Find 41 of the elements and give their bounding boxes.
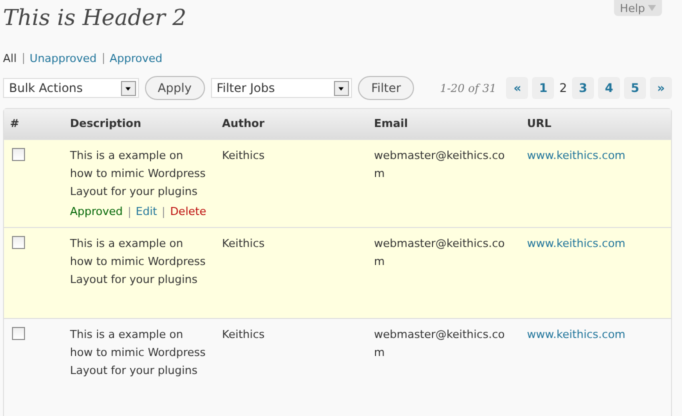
row-action-link[interactable]: Approved [70,203,123,221]
email-text: webmaster@keithics.com [374,327,506,361]
page-link[interactable]: 5 [624,77,646,99]
email-text: webmaster@keithics.com [374,148,506,182]
description-text: This is a example on how to mimic Wordpress Layout for your plugins [70,328,206,377]
author-text: Keithics [222,149,265,162]
url-link[interactable]: www.keithics.com [527,328,626,341]
help-tab[interactable]: Help [614,0,662,16]
filter-jobs-select[interactable]: Filter Jobs [210,78,352,98]
apply-button[interactable]: Apply [144,76,205,100]
url-link[interactable]: www.keithics.com [527,237,626,250]
author-text: Keithics [222,237,265,250]
page-link[interactable]: » [650,77,672,99]
page-title: This is Header 2 [3,5,186,33]
filter-link[interactable]: Approved [110,52,162,64]
description-text: This is a example on how to mimic Wordpress Layout for your plugins [70,237,206,286]
filter-link[interactable]: Unapproved [30,52,97,64]
caret-icon [648,5,656,11]
page-link[interactable]: 1 [532,77,554,99]
column-header: Author [222,116,266,132]
page-link[interactable]: « [506,77,528,99]
description-text: This is a example on how to mimic Wordpress Layout for your plugins [70,149,206,198]
page-link[interactable]: 3 [572,77,594,99]
row-action-link[interactable]: Edit [136,203,158,221]
column-header: # [9,116,20,132]
row-action-link[interactable]: Delete [170,203,206,221]
filter-button[interactable]: Filter [358,76,414,100]
url-link[interactable]: www.keithics.com [527,149,626,162]
column-header: Email [374,116,409,132]
row-checkbox[interactable] [12,327,25,340]
item-count: 1-20 of 31 [440,82,496,94]
column-header: Description [70,116,142,132]
row-checkbox[interactable] [12,148,25,161]
author-text: Keithics [222,328,265,341]
column-header: URL [527,116,552,132]
filter-link[interactable]: All [3,52,17,64]
current-page: 2 [558,81,568,95]
page-link[interactable]: 4 [598,77,620,99]
bulk-actions-select[interactable]: Bulk Actions [3,78,139,98]
email-text: webmaster@keithics.com [374,236,506,270]
row-checkbox[interactable] [12,236,25,249]
